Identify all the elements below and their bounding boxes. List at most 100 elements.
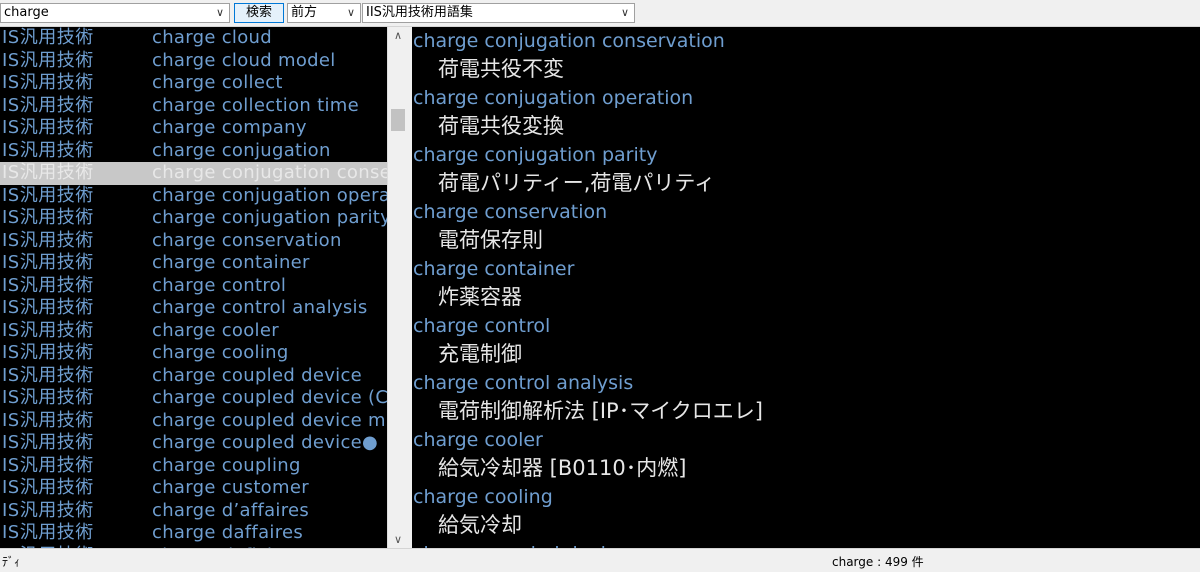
list-item[interactable]: IS汎用技術 charge coupled device● — [0, 432, 387, 455]
list-item[interactable]: IS汎用技術 charge company — [0, 117, 387, 140]
entry-definition: 給気冷却器 [B0110･内燃] — [438, 456, 687, 480]
search-button[interactable]: 検索 — [234, 3, 284, 23]
entry-definition: 荷電パリティー,荷電パリティ — [438, 171, 716, 195]
result-list[interactable]: IS汎用技術 charge cloud IS汎用技術 charge cloud mod… — [0, 27, 387, 548]
list-item[interactable]: IS汎用技術 charge daffaires — [0, 522, 387, 545]
chevron-down-icon[interactable]: ∨ — [213, 4, 227, 22]
search-input[interactable]: charge — [4, 5, 49, 20]
list-item-term: charge conjugation conservation — [152, 162, 387, 183]
list-item[interactable]: IS汎用技術 charge cooler — [0, 320, 387, 343]
entry-definition: 充電制御 — [438, 342, 522, 366]
list-item-dictionary: IS汎用技術 — [2, 522, 94, 543]
list-item-dictionary: IS汎用技術 — [2, 432, 94, 453]
entry-definition: 荷電共役変換 — [438, 114, 564, 138]
list-item-term: charge cloud — [152, 27, 272, 48]
list-item-dictionary: IS汎用技術 — [2, 409, 94, 431]
entry-term[interactable]: charge cooling — [413, 485, 553, 509]
chevron-down-icon[interactable]: ∨ — [344, 4, 358, 22]
list-item-dictionary: IS汎用技術 — [2, 454, 94, 476]
list-item[interactable]: IS汎用技術 charge conservation — [0, 230, 387, 253]
list-item[interactable]: IS汎用技術 charge control — [0, 275, 387, 298]
search-combobox[interactable]: charge ∨ — [0, 3, 230, 23]
list-item[interactable]: IS汎用技術 charge conjugation opera — [0, 185, 387, 208]
status-count: charge : 499 件 — [832, 555, 924, 569]
list-item-term: charge coupled device● — [152, 432, 379, 453]
list-item-dictionary: IS汎用技術 — [2, 27, 94, 48]
list-item-dictionary: IS汎用技術 — [2, 319, 94, 341]
entry-definition: 炸薬容器 — [438, 285, 522, 309]
entry-term[interactable]: charge container — [413, 257, 574, 281]
list-item-term: charge coupled device — [152, 364, 363, 386]
list-item-dictionary: IS汎用技術 — [2, 297, 94, 318]
toolbar: charge ∨ 検索 前方 ∨ IIS汎用技術用語集 ∨ — [0, 0, 1200, 27]
list-item-dictionary: IS汎用技術 — [2, 499, 94, 521]
entry-definition: 荷電共役不変 — [438, 57, 564, 81]
list-item-term: charge coupled device m — [152, 409, 386, 431]
definition-pane: charge conjugation conservation 荷電共役不変 cha… — [412, 27, 1200, 548]
list-item-term: charge customer — [152, 477, 309, 498]
list-item[interactable]: IS汎用技術 charge conjugation conservation — [0, 162, 387, 185]
list-item-term: charge collection time — [152, 94, 359, 116]
list-item-dictionary: IS汎用技術 — [2, 229, 94, 251]
list-item-term: charge collect — [152, 72, 283, 93]
list-item-term: charge d’affaires — [152, 499, 310, 521]
match-mode-value: 前方 — [291, 5, 318, 20]
scroll-up-icon[interactable]: ∧ — [388, 27, 408, 44]
chevron-down-icon[interactable]: ∨ — [618, 4, 632, 22]
list-item[interactable]: IS汎用技術 charge coupling — [0, 455, 387, 478]
dictionary-value: IIS汎用技術用語集 — [366, 5, 473, 20]
list-item[interactable]: IS汎用技術 charge collect — [0, 72, 387, 95]
list-item-dictionary: IS汎用技術 — [2, 274, 94, 296]
list-item-term: charge container — [152, 252, 310, 273]
list-scrollbar[interactable]: ∧ ∨ — [387, 27, 408, 548]
list-item-dictionary: IS汎用技術 — [2, 94, 94, 116]
list-item-term: charge cooler — [152, 319, 279, 341]
list-item[interactable]: IS汎用技術 charge cloud — [0, 27, 387, 50]
list-item-dictionary: IS汎用技術 — [2, 364, 94, 386]
list-item-term: charge coupling — [152, 454, 301, 476]
entry-term[interactable]: charge control analysis — [413, 371, 633, 395]
list-item-dictionary: IS汎用技術 — [2, 162, 94, 183]
list-item[interactable]: IS汎用技術 charge customer — [0, 477, 387, 500]
list-item[interactable]: IS汎用技術 charge collection time — [0, 95, 387, 118]
list-item[interactable]: IS汎用技術 charge coupled device m — [0, 410, 387, 433]
list-item[interactable]: IS汎用技術 charge container — [0, 252, 387, 275]
list-item-dictionary: IS汎用技術 — [2, 49, 94, 71]
scroll-down-icon[interactable]: ∨ — [388, 531, 408, 548]
list-item[interactable]: IS汎用技術 charge control analysis — [0, 297, 387, 320]
list-item[interactable]: IS汎用技術 charge conjugation — [0, 140, 387, 163]
dictionary-select[interactable]: IIS汎用技術用語集 ∨ — [362, 3, 635, 23]
list-item-dictionary: IS汎用技術 — [2, 342, 94, 363]
list-item[interactable]: IS汎用技術 charge coupled device — [0, 365, 387, 388]
list-item[interactable]: IS汎用技術 charge coupled device (C — [0, 387, 387, 410]
entry-term[interactable]: charge control — [413, 314, 550, 338]
list-item-term: charge control analysis — [152, 297, 368, 318]
list-item-dictionary: IS汎用技術 — [2, 477, 94, 498]
list-item[interactable]: IS汎用技術 charge conjugation parity — [0, 207, 387, 230]
list-item-dictionary: IS汎用技術 — [2, 139, 94, 161]
list-item[interactable]: IS汎用技術 charge cooling — [0, 342, 387, 365]
entry-definition: 電荷制御解析法 [IP･マイクロエレ] — [438, 399, 763, 423]
status-left-text: ﾃﾞｨ — [2, 555, 21, 569]
entry-term[interactable]: charge conservation — [413, 200, 607, 224]
list-item-term: charge coupled device (C — [152, 387, 387, 408]
entry-term[interactable]: charge cooler — [413, 428, 543, 452]
list-item-term: charge conservation — [152, 229, 342, 251]
list-item-term: charge conjugation opera — [152, 184, 387, 206]
list-item-dictionary: IS汎用技術 — [2, 252, 94, 273]
list-item-dictionary: IS汎用技術 — [2, 117, 94, 138]
entry-term[interactable]: charge conjugation operation — [413, 86, 693, 110]
entry-definition: 給気冷却 — [438, 513, 522, 537]
scroll-thumb[interactable] — [391, 109, 405, 131]
entry-definition: 電荷保存則 — [438, 228, 543, 252]
list-item-term: charge company — [152, 117, 307, 138]
entry-term[interactable]: charge conjugation conservation — [413, 29, 725, 53]
match-mode-select[interactable]: 前方 ∨ — [287, 3, 361, 23]
list-item-dictionary: IS汎用技術 — [2, 184, 94, 206]
list-item[interactable]: IS汎用技術 charge d’affaires — [0, 500, 387, 523]
list-item-dictionary: IS汎用技術 — [2, 387, 94, 408]
list-item[interactable]: IS汎用技術 charge cloud model — [0, 50, 387, 73]
list-item-dictionary: IS汎用技術 — [2, 207, 94, 228]
list-item-term: charge conjugation parity — [152, 207, 387, 228]
entry-term[interactable]: charge conjugation parity — [413, 143, 657, 167]
